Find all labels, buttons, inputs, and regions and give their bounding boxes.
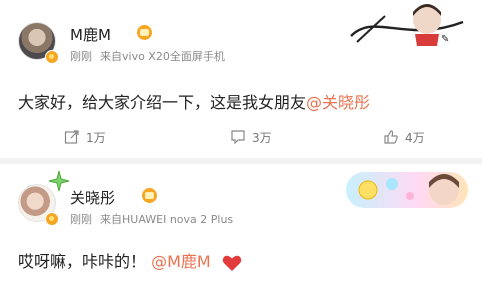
post-text: 哎呀嘛，咔咔的！: [18, 252, 147, 271]
member-crown-icon: [137, 25, 152, 40]
sparkle-icon: [48, 170, 70, 192]
username[interactable]: 关晓彤: [70, 187, 115, 208]
repost-count: 1万: [86, 130, 106, 145]
weibo-post-1: M鹿M 刚刚 来自vivo X20全面屏手机 ✎ 大家好，给大家介绍一下，这是我女…: [0, 0, 482, 158]
post-content: 大家好，给大家介绍一下，这是我女朋友@关晓彤: [18, 89, 370, 113]
verified-badge-icon: [45, 212, 59, 226]
decorative-card-badge: ✎: [350, 4, 464, 46]
post-actions: 1万 3万 4万: [0, 126, 482, 148]
repost-icon: [64, 130, 79, 144]
like-button[interactable]: 4万: [383, 126, 425, 148]
decorative-card-badge: [346, 172, 468, 208]
repost-button[interactable]: 1万: [64, 126, 106, 148]
verified-badge-icon: [45, 50, 59, 64]
comment-icon: [231, 130, 245, 145]
username[interactable]: M鹿M: [70, 24, 111, 45]
comment-button[interactable]: 3万: [230, 126, 272, 148]
post-time: 刚刚: [70, 50, 92, 63]
post-meta: 刚刚 来自HUAWEI nova 2 Plus: [70, 211, 233, 227]
mention-link[interactable]: @关晓彤: [306, 93, 370, 112]
member-crown-icon: [142, 188, 157, 203]
post-source[interactable]: 来自HUAWEI nova 2 Plus: [100, 213, 233, 226]
svg-text:✎: ✎: [441, 34, 449, 45]
post-text: 大家好，给大家介绍一下，这是我女朋友: [18, 93, 307, 112]
post-content: 哎呀嘛，咔咔的！ @M鹿M: [18, 248, 242, 272]
heart-icon: [222, 255, 242, 271]
thumbs-up-icon: [384, 130, 398, 144]
comment-count: 3万: [252, 130, 272, 145]
post-source[interactable]: 来自vivo X20全面屏手机: [100, 50, 225, 63]
like-count: 4万: [405, 130, 425, 145]
mention-link[interactable]: @M鹿M: [151, 252, 211, 271]
post-time: 刚刚: [70, 213, 92, 226]
post-meta: 刚刚 来自vivo X20全面屏手机: [70, 48, 225, 64]
